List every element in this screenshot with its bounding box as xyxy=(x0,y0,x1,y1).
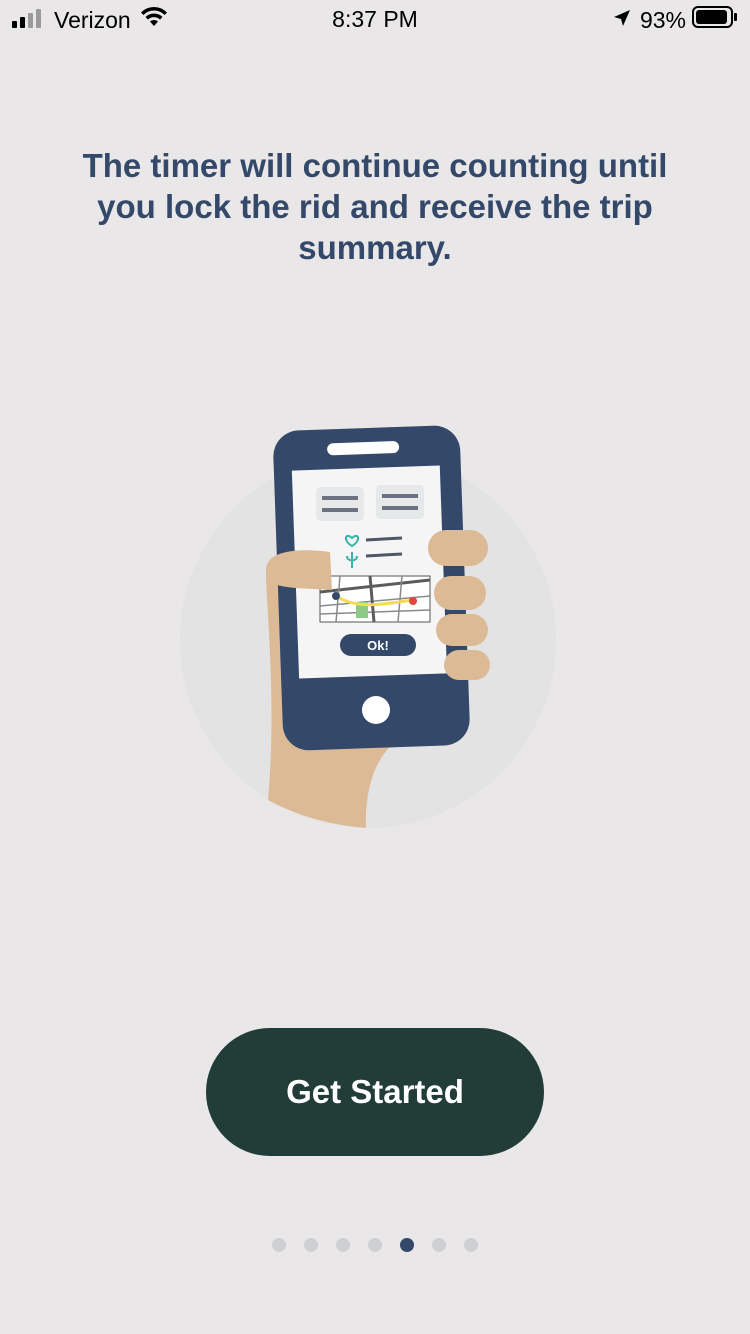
pagination-dot[interactable] xyxy=(464,1238,478,1252)
onboarding-headline: The timer will continue counting until y… xyxy=(82,147,668,266)
pagination-dot[interactable] xyxy=(272,1238,286,1252)
battery-percentage: 93% xyxy=(639,6,686,33)
status-bar: Verizon 8:37 PM 93% xyxy=(0,0,750,40)
status-right: 93% xyxy=(612,6,738,34)
phone-in-hand-illustration: Ok! xyxy=(170,420,570,840)
pagination-dot[interactable] xyxy=(432,1238,446,1252)
phone-ok-label: Ok! xyxy=(367,638,389,653)
pagination-dot[interactable] xyxy=(368,1238,382,1252)
get-started-button[interactable]: Get Started xyxy=(206,1028,544,1156)
pagination-dot-active[interactable] xyxy=(400,1238,414,1252)
battery-icon xyxy=(692,6,738,34)
map-thumbnail xyxy=(319,575,431,623)
phone-home-button xyxy=(362,696,390,724)
location-arrow-icon xyxy=(612,7,632,34)
pagination-dot[interactable] xyxy=(336,1238,350,1252)
pagination-dot[interactable] xyxy=(304,1238,318,1252)
pagination-dots xyxy=(0,1238,750,1252)
